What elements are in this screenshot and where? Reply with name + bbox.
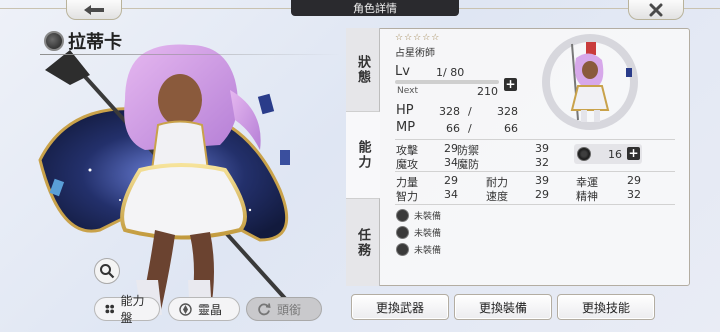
ability-board-label: 能力盤 <box>120 294 145 325</box>
hp-max: 328 <box>497 105 518 118</box>
exp-bar <box>395 80 499 84</box>
change-skill-button[interactable]: 更換技能 <box>557 294 655 320</box>
arrow-left-icon <box>84 4 104 15</box>
spi-value: 32 <box>627 188 641 201</box>
rarity-stars: ☆☆☆☆☆ <box>395 33 441 43</box>
character-name: 拉蒂卡 <box>68 32 122 53</box>
equip-slot-2-label: 未裝備 <box>414 229 442 239</box>
accessory-slot-icon <box>396 243 409 256</box>
armor-slot-icon <box>396 226 409 239</box>
level-value: 1/ 80 <box>436 66 465 79</box>
dark-element-icon <box>44 31 64 51</box>
spd-value: 29 <box>535 188 549 201</box>
def-value: 39 <box>535 142 549 155</box>
panel-tabs: 狀態 能力 任務 <box>346 28 380 286</box>
close-button[interactable] <box>628 0 684 20</box>
equip-slot-3[interactable]: 未裝備 <box>396 243 441 256</box>
weapon-slot-icon <box>396 209 409 222</box>
int-label: 智力 <box>396 190 418 203</box>
title-label: 頭銜 <box>277 302 302 317</box>
close-icon <box>649 3 663 16</box>
ability-board-button[interactable]: 能力盤 <box>94 294 160 325</box>
hp-current: 328 <box>439 105 460 118</box>
gem-value: 16 <box>608 148 622 161</box>
level-label: Lv <box>395 64 410 79</box>
mdef-value: 32 <box>535 156 549 169</box>
page-title: 角色詳情 <box>291 0 459 16</box>
luk-value: 29 <box>627 174 641 187</box>
gem-plus-button[interactable]: + <box>627 147 640 160</box>
matk-label: 魔攻 <box>396 158 418 171</box>
spi-label: 精神 <box>576 190 598 203</box>
equip-slot-1[interactable]: 未裝備 <box>396 209 441 222</box>
next-label: Next <box>397 86 418 96</box>
equip-slot-2[interactable]: 未裝備 <box>396 226 441 239</box>
refresh-icon <box>258 303 271 316</box>
mdef-label: 魔防 <box>457 158 479 171</box>
stats-divider <box>395 139 675 140</box>
hp-separator: / <box>468 105 472 118</box>
mp-separator: / <box>468 122 472 135</box>
change-weapon-button[interactable]: 更換武器 <box>351 294 449 320</box>
mp-current: 66 <box>446 122 460 135</box>
mp-max: 66 <box>504 122 518 135</box>
gem-icon <box>577 147 591 161</box>
equip-divider <box>395 204 675 205</box>
vit-value: 39 <box>535 174 549 187</box>
tab-ability[interactable]: 能力 <box>346 112 380 198</box>
tab-status[interactable]: 狀態 <box>346 28 380 112</box>
stats-divider-2 <box>395 171 675 172</box>
level-up-button[interactable]: + <box>504 78 517 91</box>
change-equipment-button[interactable]: 更換裝備 <box>454 294 552 320</box>
int-value: 34 <box>444 188 458 201</box>
str-value: 29 <box>444 174 458 187</box>
character-portrait <box>542 34 638 130</box>
back-button[interactable] <box>66 0 122 20</box>
equip-slot-1-label: 未裝備 <box>414 212 442 222</box>
spd-label: 速度 <box>486 190 508 203</box>
character-artwork <box>38 44 302 317</box>
job-label: 占星術師 <box>395 48 435 59</box>
title-button[interactable]: 頭銜 <box>246 297 322 321</box>
crystal-icon <box>179 302 192 316</box>
crystal-button[interactable]: 靈晶 <box>168 297 240 321</box>
matk-value: 34 <box>444 156 458 169</box>
crystal-label: 靈晶 <box>198 302 223 317</box>
atk-value: 29 <box>444 142 458 155</box>
hp-label: HP <box>396 103 414 118</box>
zoom-button[interactable] <box>94 258 120 284</box>
tab-mission[interactable]: 任務 <box>346 198 380 286</box>
ability-board-icon <box>105 304 115 314</box>
magnifier-icon <box>100 264 115 279</box>
name-underline <box>40 54 340 55</box>
next-exp-value: 210 <box>477 85 498 98</box>
mp-label: MP <box>396 120 416 135</box>
equip-slot-3-label: 未裝備 <box>414 246 442 256</box>
character-name-label: 拉蒂卡 <box>44 28 122 54</box>
